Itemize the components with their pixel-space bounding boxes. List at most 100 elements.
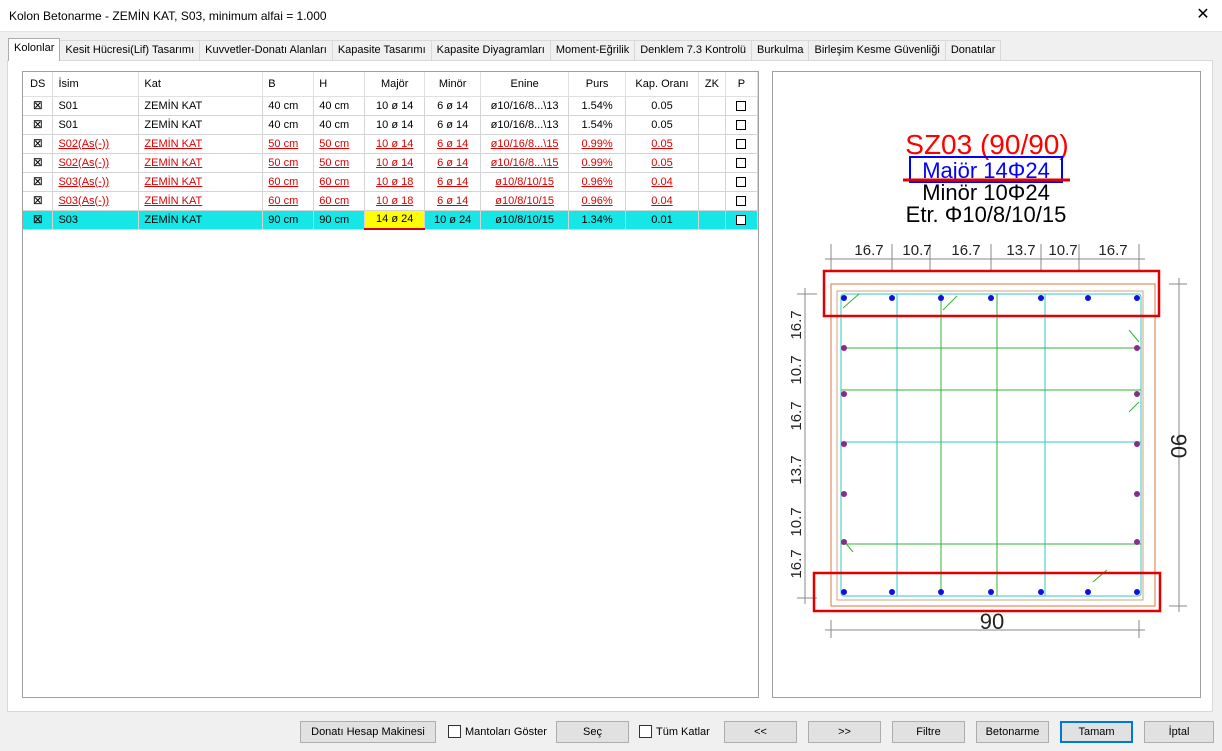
table-row[interactable]: ⊠ S01 ZEMİN KAT 40 cm 40 cm 10 ø 14 6 ø … xyxy=(23,96,758,116)
cell-purs: 1.54% xyxy=(568,115,627,135)
table-row[interactable]: ⊠ S03(As(-)) ZEMİN KAT 60 cm 60 cm 10 ø … xyxy=(23,172,758,192)
col-major[interactable]: Majör xyxy=(364,72,426,97)
ds-checkbox[interactable]: ⊠ xyxy=(23,191,54,211)
tab-kesit-hucresi[interactable]: Kesit Hücresi(Lif) Tasarımı xyxy=(59,40,201,61)
cell-purs: 0.99% xyxy=(568,134,627,154)
ds-checkbox[interactable]: ⊠ xyxy=(23,210,54,230)
cell-kat: ZEMİN KAT xyxy=(138,115,264,135)
width-label: 90 xyxy=(980,609,1004,634)
cell-purs: 1.54% xyxy=(568,96,627,116)
cell-kap: 0.01 xyxy=(625,210,699,230)
col-zk[interactable]: ZK xyxy=(698,72,726,97)
cell-kat: ZEMİN KAT xyxy=(138,134,264,154)
tamam-button[interactable]: Tamam xyxy=(1060,721,1133,743)
cell-minor: 6 ø 14 xyxy=(424,115,482,135)
height-label: 90 xyxy=(1166,434,1191,458)
cell-enine: ø10/8/10/15 xyxy=(480,191,570,211)
col-p[interactable]: P xyxy=(725,72,758,97)
cell-zk xyxy=(698,191,726,211)
p-checkbox[interactable] xyxy=(725,210,758,230)
col-ds[interactable]: DS xyxy=(23,72,54,97)
p-checkbox[interactable] xyxy=(725,115,758,135)
col-b[interactable]: B xyxy=(262,72,315,97)
ds-checkbox[interactable]: ⊠ xyxy=(23,153,54,173)
col-isim[interactable]: İsim xyxy=(52,72,140,97)
p-checkbox[interactable] xyxy=(725,96,758,116)
cell-kat: ZEMİN KAT xyxy=(138,210,264,230)
ds-checkbox[interactable]: ⊠ xyxy=(23,134,54,154)
p-checkbox[interactable] xyxy=(725,153,758,173)
tab-burkulma[interactable]: Burkulma xyxy=(751,40,810,61)
column-grid[interactable]: DS İsim Kat B H Majör Minör Enine Purs K… xyxy=(22,71,759,698)
tab-birlesim[interactable]: Birleşim Kesme Güvenliği xyxy=(808,40,946,61)
table-row[interactable]: ⊠ S01 ZEMİN KAT 40 cm 40 cm 10 ø 14 6 ø … xyxy=(23,115,758,135)
tab-kuvvetler[interactable]: Kuvvetler-Donatı Alanları xyxy=(199,40,333,61)
bottom-bars-highlight xyxy=(812,571,1162,613)
left-dimension-labels: 16.7 10.7 16.7 13.7 10.7 16.7 xyxy=(788,310,805,578)
ds-checkbox[interactable]: ⊠ xyxy=(23,115,54,135)
cell-minor: 6 ø 14 xyxy=(424,134,482,154)
betonarme-button[interactable]: Betonarme xyxy=(976,721,1049,743)
next-button[interactable]: >> xyxy=(808,721,881,743)
checkbox-box[interactable] xyxy=(448,725,461,738)
cell-zk xyxy=(698,115,726,135)
donati-hesap-makinesi-button[interactable]: Donatı Hesap Makinesi xyxy=(300,721,436,743)
col-h[interactable]: H xyxy=(313,72,366,97)
p-checkbox[interactable] xyxy=(725,172,758,192)
table-row[interactable]: ⊠ S02(As(-)) ZEMİN KAT 50 cm 50 cm 10 ø … xyxy=(23,134,758,154)
cell-minor: 6 ø 14 xyxy=(424,172,482,192)
tab-kapasite-diyagramlari[interactable]: Kapasite Diyagramları xyxy=(430,40,551,61)
checkbox-box[interactable] xyxy=(639,725,652,738)
left-dim-label: 13.7 xyxy=(788,455,805,484)
cell-purs: 0.99% xyxy=(568,153,627,173)
tab-kapasite-tasarimi[interactable]: Kapasite Tasarımı xyxy=(331,40,432,61)
col-minor[interactable]: Minör xyxy=(424,72,482,97)
ds-checkbox[interactable]: ⊠ xyxy=(23,96,54,116)
cell-enine: ø10/16/8...\15 xyxy=(480,134,570,154)
cell-purs: 1.34% xyxy=(568,210,627,230)
col-enine[interactable]: Enine xyxy=(480,72,570,97)
cell-major: 10 ø 18 xyxy=(364,172,426,192)
table-row[interactable]: ⊠ S02(As(-)) ZEMİN KAT 50 cm 50 cm 10 ø … xyxy=(23,153,758,173)
section-drawing: SZ03 (90/90) Majör 14Φ24 Minör 10Φ24 Etr… xyxy=(788,129,1191,638)
cell-kat: ZEMİN KAT xyxy=(138,191,264,211)
table-row[interactable]: ⊠ S03(As(-)) ZEMİN KAT 60 cm 60 cm 10 ø … xyxy=(23,191,758,211)
cell-zk xyxy=(698,210,726,230)
iptal-button[interactable]: İptal xyxy=(1144,721,1214,743)
tum-katlar-checkbox[interactable]: Tüm Katlar xyxy=(639,725,710,738)
top-dim-label: 16.7 xyxy=(951,242,980,259)
tab-denklem[interactable]: Denklem 7.3 Kontrolü xyxy=(634,40,753,61)
col-kap-orani[interactable]: Kap. Oranı xyxy=(625,72,699,97)
left-dim-label: 16.7 xyxy=(788,549,805,578)
p-checkbox[interactable] xyxy=(725,191,758,211)
cell-h: 60 cm xyxy=(313,172,366,192)
cell-b: 60 cm xyxy=(262,191,315,211)
cell-zk xyxy=(698,153,726,173)
cell-b: 90 cm xyxy=(262,210,315,230)
cell-major: 10 ø 18 xyxy=(364,191,426,211)
cell-kap: 0.05 xyxy=(625,134,699,154)
cell-enine: ø10/16/8...\13 xyxy=(480,115,570,135)
sec-button[interactable]: Seç xyxy=(556,721,629,743)
table-row-selected[interactable]: ⊠ S03 ZEMİN KAT 90 cm 90 cm 14 ø 24 10 ø… xyxy=(23,210,758,230)
cell-minor: 6 ø 14 xyxy=(424,153,482,173)
cell-kap: 0.05 xyxy=(625,96,699,116)
concrete-outline xyxy=(830,283,1156,607)
tab-kolonlar[interactable]: Kolonlar xyxy=(8,38,61,61)
top-dim-label: 13.7 xyxy=(1006,242,1035,259)
close-icon[interactable]: ✕ xyxy=(1192,4,1214,26)
cell-name: S03(As(-)) xyxy=(52,191,140,211)
cell-name: S03(As(-)) xyxy=(52,172,140,192)
ds-checkbox[interactable]: ⊠ xyxy=(23,172,54,192)
mantolari-goster-checkbox[interactable]: Mantoları Göster xyxy=(448,725,547,738)
prev-button[interactable]: << xyxy=(724,721,797,743)
col-kat[interactable]: Kat xyxy=(138,72,264,97)
tab-moment-egrilik[interactable]: Moment-Eğrilik xyxy=(549,40,636,61)
p-checkbox[interactable] xyxy=(725,134,758,154)
cell-minor: 6 ø 14 xyxy=(424,191,482,211)
tab-donatilar[interactable]: Donatılar xyxy=(944,40,1002,61)
cell-major: 10 ø 14 xyxy=(364,115,426,135)
cell-enine: ø10/8/10/15 xyxy=(480,210,570,230)
filtre-button[interactable]: Filtre xyxy=(892,721,965,743)
col-purs[interactable]: Purs xyxy=(568,72,627,97)
